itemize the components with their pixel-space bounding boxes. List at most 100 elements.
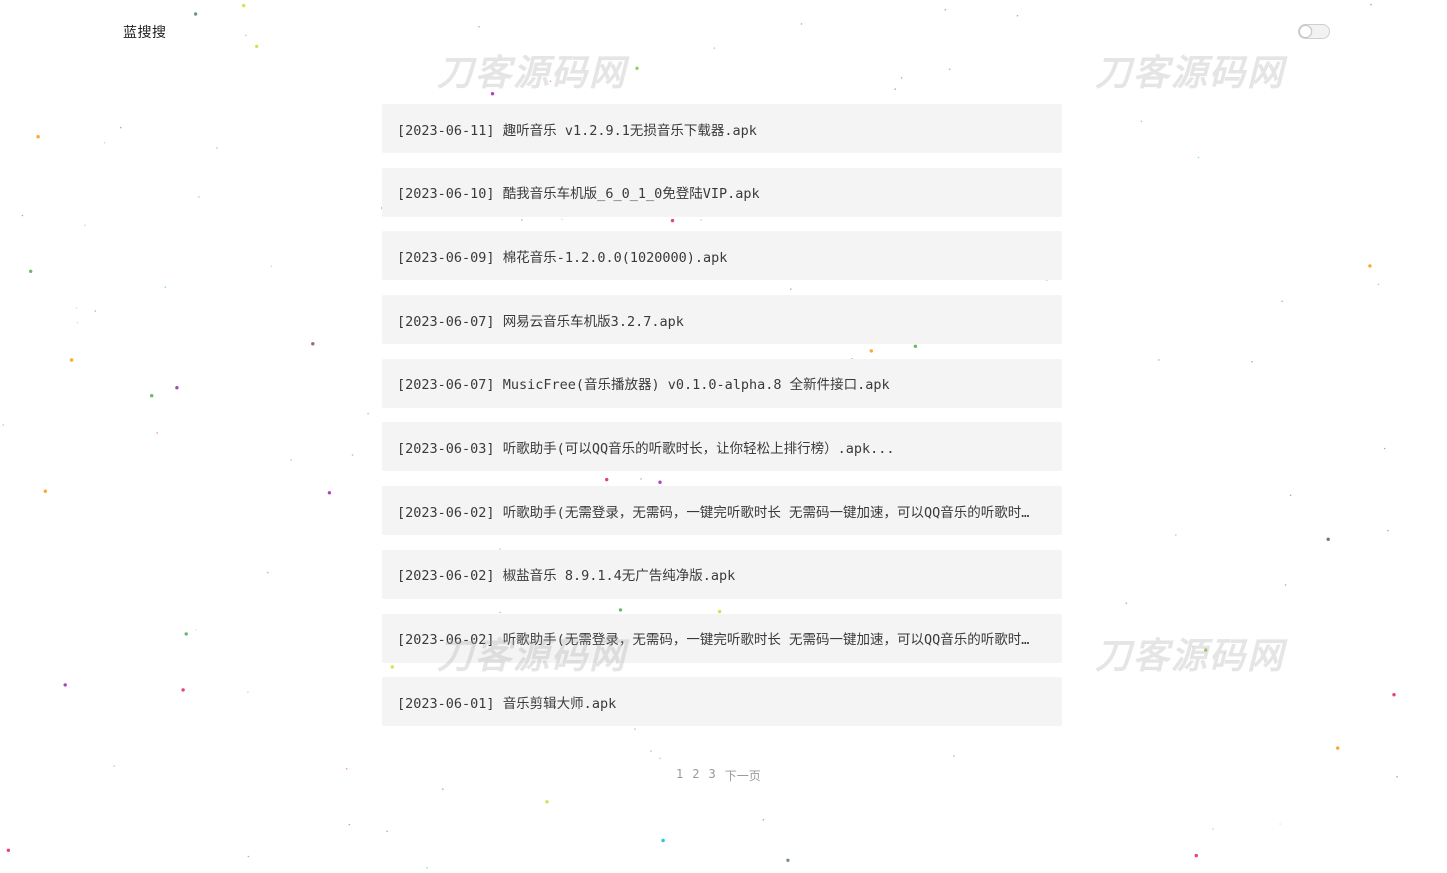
particle-dot (21, 214, 24, 217)
particle-dot (1368, 264, 1372, 268)
particle-dot (103, 142, 106, 144)
particle-dot (762, 818, 765, 821)
particle-dot (659, 757, 661, 760)
particle-dot (1392, 693, 1396, 697)
particle-dot (193, 12, 198, 16)
result-date: [2023-06-02] (397, 504, 495, 521)
result-item[interactable]: [2023-06-01] 音乐剪辑大师.apk (382, 677, 1062, 727)
particle-dot (549, 80, 552, 83)
particle-dot (1289, 494, 1292, 497)
particle-dot (661, 838, 665, 843)
result-item[interactable]: [2023-06-02] 听歌助手(无需登录，无需码，一键完听歌时长 无需码一键… (382, 613, 1062, 663)
particle-dot (29, 269, 33, 273)
particle-dot (63, 683, 67, 687)
particle-dot (345, 767, 348, 770)
particle-dot (247, 691, 249, 694)
particle-dot (36, 135, 40, 139)
particle-dot (181, 688, 185, 692)
particle-dot (1140, 120, 1143, 123)
particle-dot (195, 629, 197, 631)
particle-dot (545, 800, 549, 804)
result-title: 听歌助手(无需登录，无需码，一键完听歌时长 无需码一键加速，可以QQ音乐的听歌时… (502, 632, 1036, 648)
particle-dot (1223, 652, 1226, 655)
particle-dot (1251, 360, 1253, 363)
particle-dot (1326, 537, 1330, 541)
particle-dot (1191, 645, 1194, 648)
result-date: [2023-06-07] (397, 377, 495, 394)
result-item[interactable]: [2023-06-10] 酷我音乐车机版_6_0_1_0免登陆VIP.apk (382, 167, 1062, 217)
particle-dot (386, 830, 388, 833)
result-item[interactable]: [2023-06-11] 趣听音乐 v1.2.9.1无损音乐下载器.apk (382, 104, 1062, 153)
result-date: [2023-06-07] (397, 313, 495, 330)
result-list: [2023-06-11] 趣听音乐 v1.2.9.1无损音乐下载器.apk [2… (382, 104, 1062, 741)
particle-dot (900, 77, 903, 79)
page: 蓝搜搜 刀客源码网 刀客源码网 刀客源码网 刀客源码网 [2023-06-11]… (0, 0, 1447, 873)
particle-dot (150, 394, 154, 398)
particle-dot (247, 855, 250, 858)
particle-dot (1281, 300, 1283, 303)
particle-dot (367, 412, 369, 415)
particle-dot (242, 3, 246, 8)
particle-dot (944, 8, 947, 11)
particle-dot (1377, 283, 1380, 286)
result-title: 棉花音乐-1.2.0.0(1020000).apk (502, 249, 728, 266)
particle-dot (1016, 14, 1019, 17)
particle-dot (216, 147, 218, 149)
particle-dot (1336, 746, 1340, 750)
particle-dot (1125, 602, 1128, 604)
particle-dot (426, 867, 428, 869)
result-title: 椒盐音乐 8.9.1.4无广告纯净版.apk (502, 568, 736, 585)
particle-dot (119, 126, 122, 129)
particle-dot (245, 34, 247, 37)
particle-dot (327, 491, 332, 495)
particle-dot (2, 424, 4, 426)
particle-dot (948, 68, 951, 71)
particle-dot (1204, 648, 1208, 652)
particle-dot (650, 750, 652, 752)
result-title: 音乐剪辑大师.apk (502, 695, 617, 712)
particle-dot (1194, 853, 1199, 858)
particle-dot (1396, 775, 1398, 778)
particle-dot (1175, 534, 1177, 536)
result-item[interactable]: [2023-06-02] 椒盐音乐 8.9.1.4无广告纯净版.apk (382, 549, 1062, 599)
particle-dot (76, 321, 79, 324)
result-item[interactable]: [2023-06-09] 棉花音乐-1.2.0.0(1020000).apk (382, 231, 1062, 281)
result-date: [2023-06-11] (397, 122, 495, 139)
result-item[interactable]: [2023-06-07] 网易云音乐车机版3.2.7.apk (382, 295, 1062, 345)
particle-dot (786, 858, 790, 862)
particle-dot (43, 489, 47, 493)
result-item[interactable]: [2023-06-02] 听歌助手(无需登录，无需码，一键完听歌时长 无需码一键… (382, 486, 1062, 536)
particle-dot (69, 358, 74, 362)
particle-dot (490, 92, 495, 96)
page-link-2[interactable]: 2 (692, 767, 699, 784)
result-title: 听歌助手(无需登录，无需码，一键完听歌时长 无需码一键加速，可以QQ音乐的听歌时… (502, 504, 1036, 521)
particle-dot (442, 788, 444, 790)
next-page-link[interactable]: 下一页 (725, 767, 761, 784)
result-title: MusicFree(音乐播放器) v0.1.0-alpha.8 全新件接口.ap… (502, 377, 890, 394)
particle-dot (84, 224, 86, 227)
result-item[interactable]: [2023-06-03] 听歌助手(可以QQ音乐的听歌时长，让你轻松上排行榜）.… (382, 422, 1062, 472)
particle-dot (184, 632, 188, 636)
particle-dot (1197, 156, 1200, 159)
result-date: [2023-06-09] (397, 249, 495, 266)
pagination: 1 2 3 下一页 (676, 767, 761, 784)
particle-dot (894, 88, 896, 90)
result-title: 听歌助手(可以QQ音乐的听歌时长，让你轻松上排行榜）.apk... (502, 440, 895, 457)
particle-dot (255, 44, 259, 49)
result-item[interactable]: [2023-06-07] MusicFree(音乐播放器) v0.1.0-alp… (382, 358, 1062, 408)
result-title: 酷我音乐车机版_6_0_1_0免登陆VIP.apk (502, 186, 760, 203)
particle-dot (175, 386, 179, 390)
particle-dot (267, 571, 269, 574)
particle-dot (1387, 529, 1389, 532)
particle-dot (478, 26, 480, 28)
particle-dot (6, 848, 11, 852)
particle-dot (953, 755, 955, 757)
particle-dot (164, 286, 167, 289)
page-link-1[interactable]: 1 (676, 767, 683, 784)
result-title: 趣听音乐 v1.2.9.1无损音乐下载器.apk (502, 122, 757, 139)
particle-dot (351, 454, 354, 456)
particle-dot (156, 432, 158, 434)
page-link-3[interactable]: 3 (708, 767, 715, 784)
result-date: [2023-06-01] (397, 695, 495, 712)
particle-dot (198, 196, 200, 198)
